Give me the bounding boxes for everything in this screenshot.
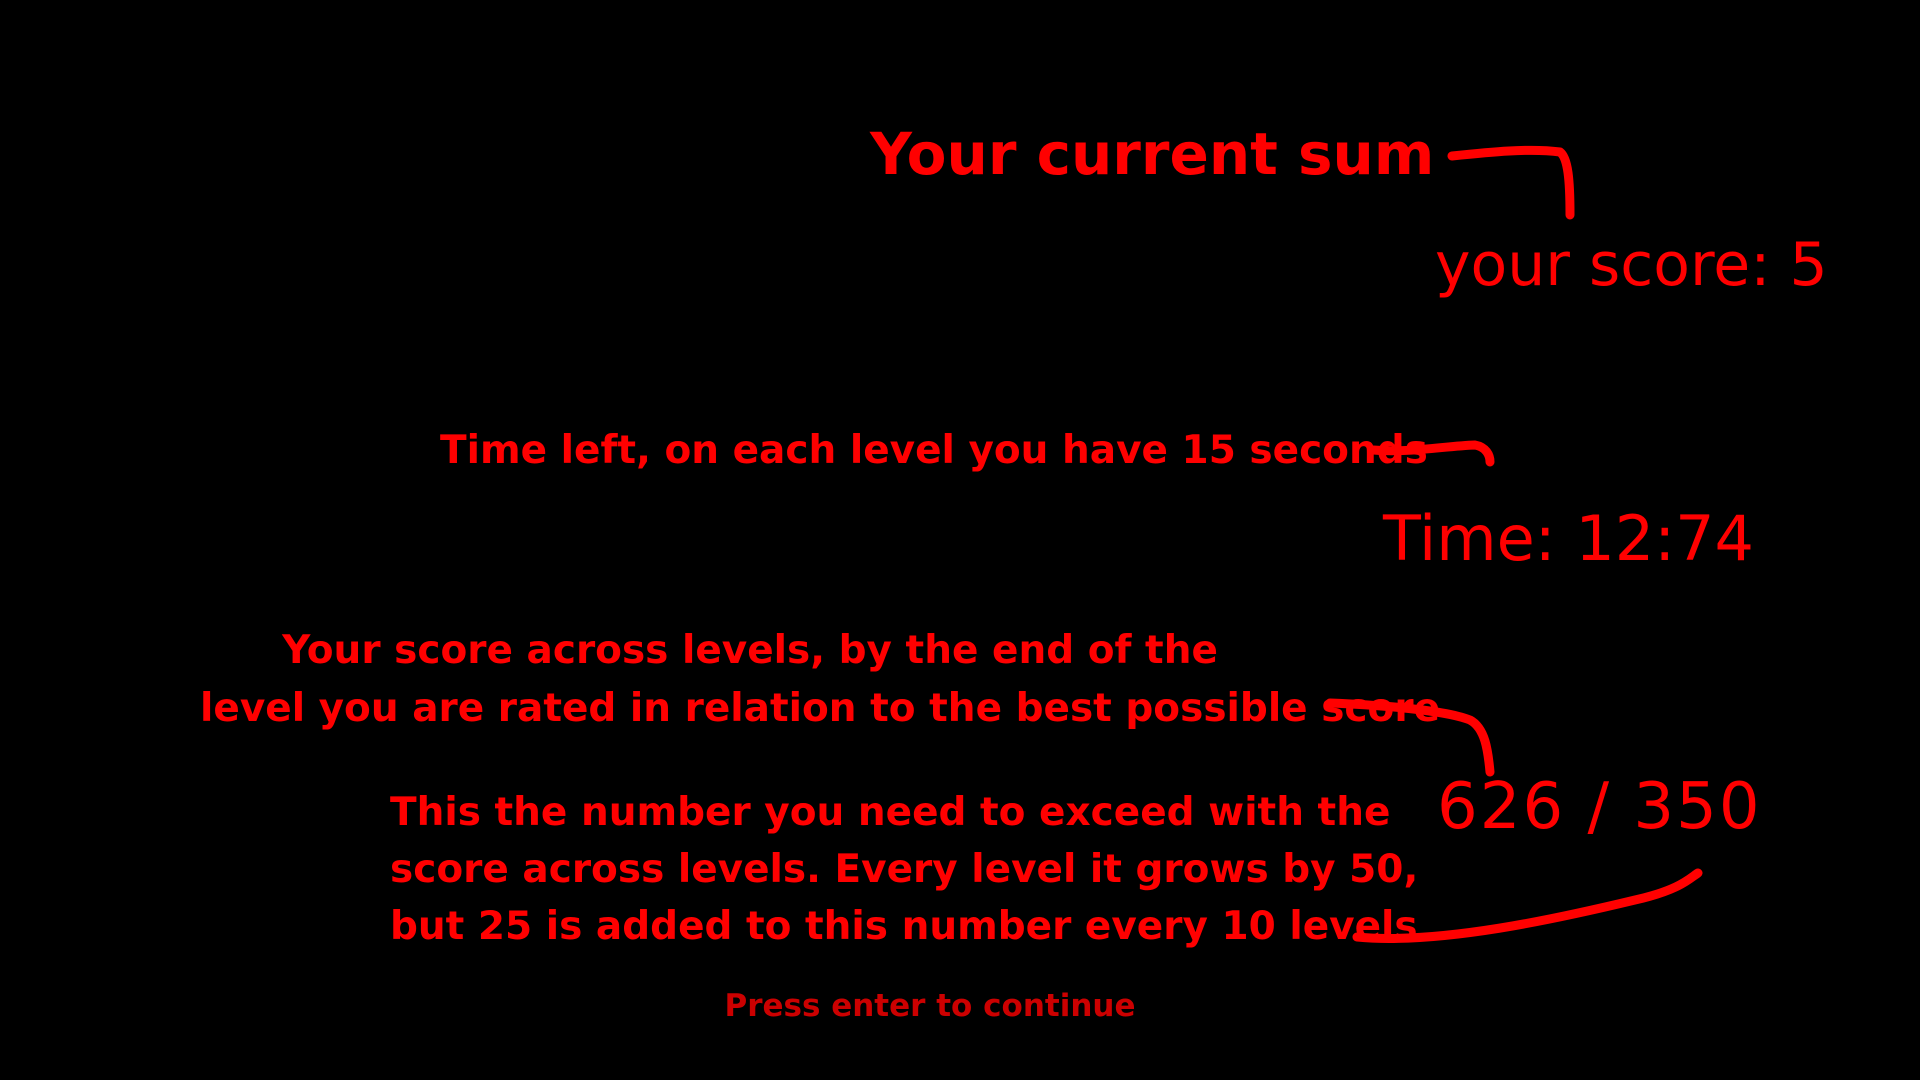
- progress-display: 626 / 350: [1437, 770, 1762, 844]
- target-number-line-2: score across levels. Every level it grow…: [390, 847, 1419, 892]
- arrow-stroke-current-sum: [1447, 145, 1575, 220]
- game-screen: Your current sum your score: 5 Time left…: [0, 0, 1920, 1080]
- target-number-line-1: This the number you need to exceed with …: [390, 790, 1391, 835]
- time-left-annotation: Time left, on each level you have 15 sec…: [440, 428, 1428, 473]
- score-across-levels-line-2: level you are rated in relation to the b…: [200, 686, 1441, 731]
- score-across-levels-line-1: Your score across levels, by the end of …: [282, 628, 1218, 673]
- score-display: your score: 5: [1435, 230, 1828, 300]
- target-number-line-3: but 25 is added to this number every 10 …: [390, 904, 1418, 949]
- score-across-levels-annotation: Your score across levels, by the end of …: [200, 622, 1441, 738]
- current-sum-annotation: Your current sum: [870, 120, 1435, 188]
- target-number-annotation: This the number you need to exceed with …: [390, 784, 1419, 955]
- time-display: Time: 12:74: [1383, 502, 1755, 575]
- continue-prompt[interactable]: Press enter to continue: [700, 988, 1160, 1024]
